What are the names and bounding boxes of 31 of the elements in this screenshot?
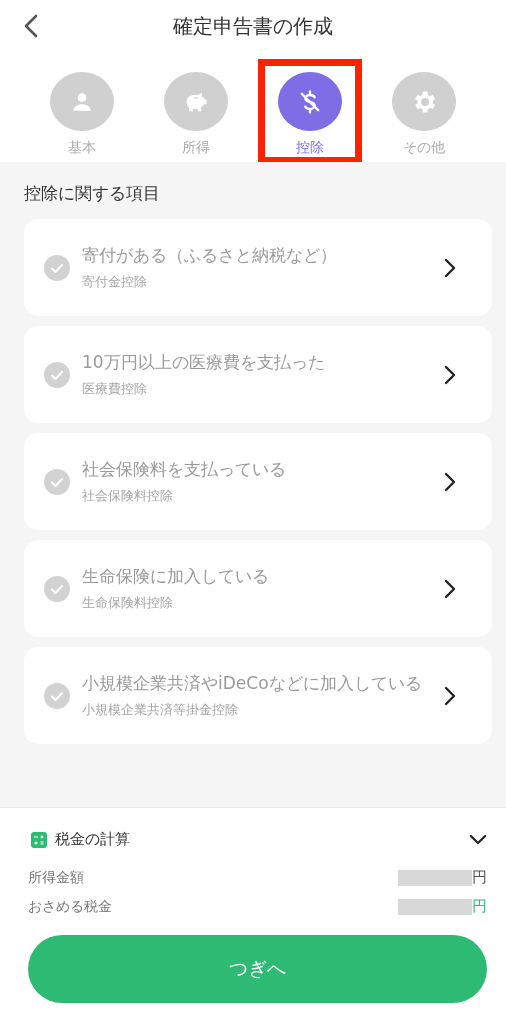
back-button[interactable] [24,14,38,38]
chevron-right-icon [444,471,456,492]
item-subtitle: 医療費控除 [82,380,148,399]
chevron-right-icon [444,257,456,278]
item-subtitle: 社会保険料控除 [82,487,174,506]
deduction-card[interactable]: 生命保険に加入している 生命保険料控除 [24,540,492,637]
item-title: 小規模企業共済やiDeCoなどに加入している [82,671,423,695]
panel-title: 税金の計算 [55,830,131,849]
chevron-right-icon [444,578,456,599]
section-title: 控除に関する項目 [24,182,161,205]
currency-unit: 円 [472,897,487,916]
currency-unit: 円 [472,868,487,887]
item-title: 社会保険料を支払っている [82,457,287,481]
item-title: 生命保険に加入している [82,564,270,588]
amount-label: おさめる税金 [28,897,112,916]
item-subtitle: 生命保険料控除 [82,594,174,613]
deduction-card[interactable]: 寄付がある（ふるさと納税など） 寄付金控除 [24,219,492,316]
chevron-down-icon[interactable] [469,834,487,845]
amount-label: 所得金額 [28,868,84,887]
page-title: 確定申告書の作成 [173,12,333,40]
item-title: 10万円以上の医療費を支払った [82,350,326,374]
item-subtitle: 寄付金控除 [82,273,148,292]
calculator-icon [31,831,47,848]
next-button[interactable]: つぎへ [28,935,487,1003]
deduction-card[interactable]: 10万円以上の医療費を支払った 医療費控除 [24,326,492,423]
chevron-right-icon [444,685,456,706]
chevron-right-icon [444,364,456,385]
deduction-card[interactable]: 社会保険料を支払っている 社会保険料控除 [24,433,492,530]
item-subtitle: 小規模企業共済等掛金控除 [82,701,239,720]
deduction-card[interactable]: 小規模企業共済やiDeCoなどに加入している 小規模企業共済等掛金控除 [24,647,492,744]
item-title: 寄付がある（ふるさと納税など） [82,243,338,267]
